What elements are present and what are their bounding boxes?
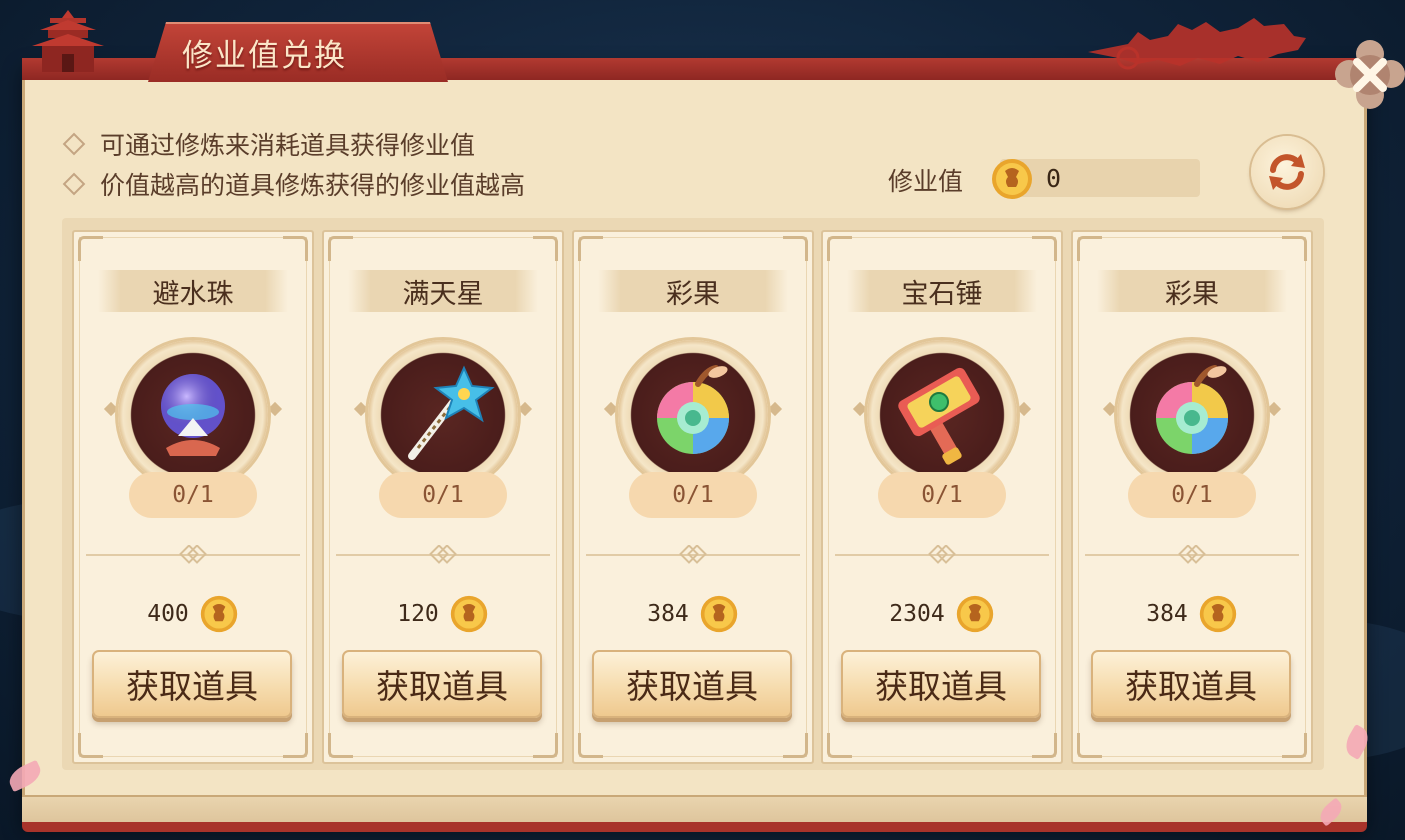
water-pearl-icon xyxy=(161,374,225,456)
diamond-bullet-icon xyxy=(62,132,86,156)
item-price: 120 xyxy=(324,594,562,634)
dialog-title: 修业值兑换 xyxy=(182,38,347,74)
card-corner xyxy=(827,733,852,758)
knot-ornament-icon xyxy=(179,545,207,564)
info-text: 可通过修炼来消耗道具获得修业值 xyxy=(100,131,476,160)
get-item-button[interactable]: 获取道具 xyxy=(342,650,542,718)
item-name: 彩果 xyxy=(598,270,788,312)
card-corner xyxy=(578,236,603,261)
get-item-button[interactable]: 获取道具 xyxy=(92,650,292,718)
ring-ornament xyxy=(1102,401,1118,417)
item-card: 彩果 0/1 384 获取道具 xyxy=(1071,230,1313,764)
ring-ornament xyxy=(767,401,783,417)
ring-ornament xyxy=(103,401,119,417)
xiuye-value: 0 xyxy=(1046,164,1062,193)
info-text: 价值越高的道具修炼获得的修业值越高 xyxy=(100,171,526,200)
item-name: 彩果 xyxy=(1097,270,1287,312)
ring-ornament xyxy=(1266,401,1282,417)
horse-carriage-icon xyxy=(1088,18,1306,70)
refresh-button[interactable] xyxy=(1251,136,1323,208)
xiuye-coin-icon xyxy=(200,595,237,633)
info-line: 可通过修炼来消耗道具获得修业值 xyxy=(62,126,475,162)
close-button[interactable] xyxy=(1335,40,1405,112)
price-value: 120 xyxy=(397,601,439,627)
ring-ornament xyxy=(603,401,619,417)
get-item-button[interactable]: 获取道具 xyxy=(841,650,1041,718)
star-wand-icon xyxy=(408,365,495,460)
item-count: 0/1 xyxy=(878,472,1006,518)
ring-ornament xyxy=(353,401,369,417)
card-corner xyxy=(78,733,103,758)
card-corner xyxy=(328,236,353,261)
card-corner xyxy=(827,236,852,261)
card-corner xyxy=(78,236,103,261)
item-count: 0/1 xyxy=(379,472,507,518)
item-price: 2304 xyxy=(823,594,1061,634)
info-line: 价值越高的道具修炼获得的修业值越高 xyxy=(62,166,525,202)
item-card: 满天星 0/1 120 获取道具 xyxy=(322,230,564,764)
item-card: 彩果 0/1 384 获取道具 xyxy=(572,230,814,764)
card-corner xyxy=(1032,236,1057,261)
knot-ornament-icon xyxy=(679,545,707,564)
xiuye-coin-icon xyxy=(700,595,737,633)
item-name: 避水珠 xyxy=(98,270,288,312)
get-item-button[interactable]: 获取道具 xyxy=(592,650,792,718)
card-corner xyxy=(283,733,308,758)
item-name: 满天星 xyxy=(348,270,538,312)
item-card: 宝石锤 0/1 2304 获取道具 xyxy=(821,230,1063,764)
panel-bottom-border xyxy=(22,822,1367,832)
rainbow-fruit-icon xyxy=(657,365,729,454)
ring-ornament xyxy=(517,401,533,417)
card-corner xyxy=(1077,733,1102,758)
price-value: 2304 xyxy=(889,601,945,627)
price-value: 400 xyxy=(147,601,189,627)
ring-ornament xyxy=(1016,401,1032,417)
gem-hammer-icon xyxy=(898,367,980,465)
pavilion-icon xyxy=(32,10,104,72)
knot-ornament-icon xyxy=(1178,545,1206,564)
item-price: 400 xyxy=(74,594,312,634)
item-count: 0/1 xyxy=(1128,472,1256,518)
card-corner xyxy=(578,733,603,758)
close-x-icon xyxy=(1335,40,1405,109)
ring-ornament xyxy=(267,401,283,417)
card-corner xyxy=(1282,236,1307,261)
xiuye-coin-icon xyxy=(956,595,993,633)
price-value: 384 xyxy=(647,601,689,627)
diamond-bullet-icon xyxy=(62,172,86,196)
card-corner xyxy=(533,236,558,261)
card-corner xyxy=(1032,733,1057,758)
item-card: 避水珠 0/1 400 获取道具 xyxy=(72,230,314,764)
refresh-icon xyxy=(1269,154,1305,190)
card-corner xyxy=(283,236,308,261)
item-price: 384 xyxy=(574,594,812,634)
card-corner xyxy=(533,733,558,758)
price-value: 384 xyxy=(1146,601,1188,627)
card-corner xyxy=(1077,236,1102,261)
xiuye-coin-icon xyxy=(1199,595,1236,633)
ring-ornament xyxy=(852,401,868,417)
item-count: 0/1 xyxy=(129,472,257,518)
get-item-button[interactable]: 获取道具 xyxy=(1091,650,1291,718)
xiuye-coin-icon xyxy=(992,159,1032,199)
card-corner xyxy=(1282,733,1307,758)
item-price: 384 xyxy=(1073,594,1311,634)
item-name: 宝石锤 xyxy=(847,270,1037,312)
card-corner xyxy=(783,733,808,758)
item-count: 0/1 xyxy=(629,472,757,518)
xiuye-label: 修业值 xyxy=(888,167,964,196)
card-corner xyxy=(783,236,808,261)
knot-ornament-icon xyxy=(429,545,457,564)
card-corner xyxy=(328,733,353,758)
knot-ornament-icon xyxy=(928,545,956,564)
xiuye-coin-icon xyxy=(450,595,487,633)
rainbow-fruit-icon xyxy=(1156,365,1228,454)
